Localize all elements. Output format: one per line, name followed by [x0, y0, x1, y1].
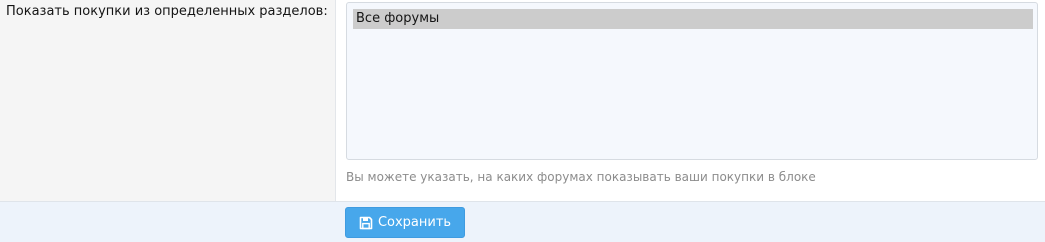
forum-filter-hint: Вы можете указать, на каких форумах пока… [346, 170, 816, 184]
save-button-label: Сохранить [377, 215, 452, 230]
form-footer: Сохранить [0, 202, 1045, 242]
forums-listbox[interactable]: Все форумы [346, 2, 1038, 160]
floppy-disk-icon [359, 216, 373, 230]
form-row-label-column: Показать покупки из определенных раздело… [0, 0, 336, 201]
save-button[interactable]: Сохранить [345, 207, 465, 238]
form-row-forum-filter: Показать покупки из определенных раздело… [0, 0, 1045, 202]
forum-option-all[interactable]: Все форумы [353, 9, 1033, 29]
forum-filter-label: Показать покупки из определенных раздело… [6, 4, 328, 19]
